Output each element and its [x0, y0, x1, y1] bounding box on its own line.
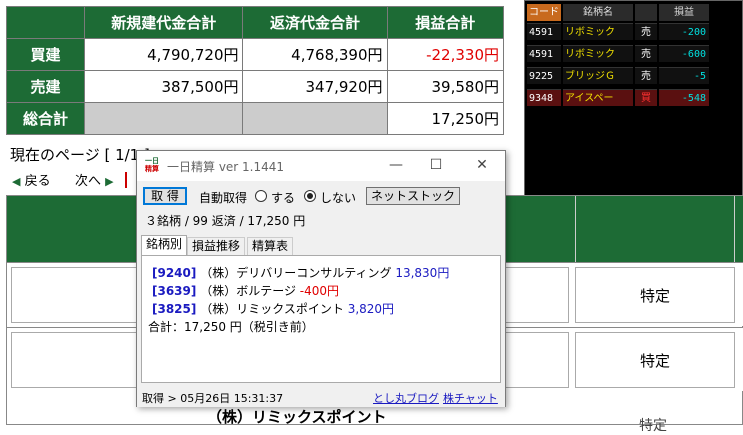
- tab-by-stock[interactable]: 銘柄別: [141, 235, 188, 256]
- minimize-button[interactable]: —: [381, 155, 411, 175]
- summary-header-repay: 返済代金合計: [242, 6, 388, 39]
- ticker-name: ブリッジＧ: [563, 67, 633, 84]
- summary-row-buy: 買建 4,790,720円 4,768,390円 -22,330円: [6, 38, 505, 71]
- bottom-account-type: 特定: [639, 418, 667, 434]
- stock-code-link[interactable]: [3825]: [152, 302, 196, 316]
- ticker-header-pl[interactable]: 損益: [659, 4, 709, 21]
- ticker-code: 9225: [527, 67, 561, 84]
- row-label: 売建: [6, 70, 85, 103]
- summary-header-pl: 損益合計: [386, 6, 505, 39]
- red-marker: [125, 172, 135, 188]
- ticker-side: 売: [635, 23, 657, 40]
- row-label: 総合計: [6, 102, 85, 135]
- tab-pl-trend[interactable]: 損益推移: [187, 237, 246, 255]
- stock-code-link[interactable]: [3639]: [152, 284, 196, 298]
- new-total: 4,790,720円: [83, 38, 244, 71]
- account-type-cell: 特定: [575, 332, 735, 388]
- stock-amount: 3,820円: [347, 302, 395, 316]
- header-cell: [575, 196, 735, 262]
- app-icon: 一日 精算: [143, 157, 161, 175]
- ticker-code: 9348: [527, 89, 561, 106]
- ticker-code: 4591: [527, 23, 561, 40]
- next-link[interactable]: 次へ ▶: [75, 170, 114, 189]
- row-label: 買建: [6, 38, 85, 71]
- ticker-header-name[interactable]: 銘柄名: [563, 4, 633, 21]
- repay-total: [242, 102, 388, 135]
- auto-fetch-yes-label[interactable]: する: [271, 189, 295, 206]
- fetch-button[interactable]: 取 得: [143, 187, 187, 205]
- stock-amount: 13,830円: [395, 266, 450, 280]
- summary-row-sell: 売建 387,500円 347,920円 39,580円: [6, 70, 505, 103]
- auto-fetch-no-radio[interactable]: [304, 190, 316, 202]
- ticker-pl: -600: [659, 45, 709, 62]
- list-item: [3639] （株）ボルテージ -400円: [152, 282, 339, 299]
- window-title: 一日精算 ver 1.1441: [167, 160, 285, 174]
- tab-settlement-table[interactable]: 精算表: [247, 237, 294, 255]
- stock-name: （株）リミックスポイント: [200, 302, 344, 316]
- stock-amount: -400円: [299, 284, 340, 298]
- stock-name: （株）ボルテージ: [200, 284, 296, 298]
- ticker-side: 買: [635, 89, 657, 106]
- netstock-button[interactable]: ネットストック: [366, 187, 460, 205]
- total-line: 合計：17,250 円（税引き前）: [148, 320, 314, 334]
- pl-total: 39,580円: [386, 70, 505, 103]
- summary-corner: [6, 6, 85, 39]
- ticker-name: リボミック: [563, 23, 633, 40]
- list-item: [9240] （株）デリバリーコンサルティング 13,830円: [152, 264, 449, 281]
- maximize-button[interactable]: ☐: [421, 155, 451, 175]
- ticker-pl: -5: [659, 67, 709, 84]
- ticker-pl: -548: [659, 89, 709, 106]
- summary-line: ３銘柄 / 99 返済 / 17,250 円: [145, 214, 306, 228]
- pl-total: 17,250円: [386, 102, 505, 135]
- blog-link[interactable]: とし丸ブログ: [373, 390, 439, 406]
- summary-row-total: 総合計 17,250円: [6, 102, 505, 135]
- fetch-status: 取得 > 05月26日 15:31:37: [142, 392, 284, 405]
- pl-total: -22,330円: [386, 38, 505, 71]
- window-titlebar[interactable]: 一日 精算 一日精算 ver 1.1441 — ☐ ✕: [137, 151, 505, 181]
- summary-table: 新規建代金合計 返済代金合計 損益合計 買建 4,790,720円 4,768,…: [6, 6, 505, 135]
- ticker-pl: -200: [659, 23, 709, 40]
- account-type-cell: 特定: [575, 267, 735, 323]
- by-stock-panel: [9240] （株）デリバリーコンサルティング 13,830円 [3639] （…: [141, 255, 501, 383]
- auto-fetch-label: 自動取得: [199, 191, 248, 205]
- app-icon-bottom: 精算: [145, 165, 159, 173]
- new-total: [83, 102, 244, 135]
- bottom-stock-name: （株）リミックスポイント: [207, 408, 387, 426]
- ticker-header-side[interactable]: [635, 4, 657, 21]
- page-info: 現在のページ [ 1/1 ]: [10, 146, 150, 164]
- status-bar: 取得 > 05月26日 15:31:37 とし丸ブログ 株チャット: [137, 387, 505, 407]
- back-label: 戻る: [24, 174, 51, 189]
- repay-total: 347,920円: [242, 70, 388, 103]
- ticker-side: 売: [635, 45, 657, 62]
- list-item: [3825] （株）リミックスポイント 3,820円: [152, 300, 394, 317]
- ticker-name: アイスペー: [563, 89, 633, 106]
- ichinichi-seisan-window: 一日 精算 一日精算 ver 1.1441 — ☐ ✕ 取 得 自動取得 する …: [136, 150, 506, 407]
- stock-name: （株）デリバリーコンサルティング: [200, 266, 392, 280]
- summary-header-new: 新規建代金合計: [83, 6, 244, 39]
- next-label: 次へ: [75, 174, 102, 189]
- stock-code-link[interactable]: [9240]: [152, 266, 196, 280]
- new-total: 387,500円: [83, 70, 244, 103]
- chat-link[interactable]: 株チャット: [443, 390, 498, 406]
- auto-fetch-no-label[interactable]: しない: [320, 189, 356, 206]
- app-icon-top: 一日: [145, 157, 159, 165]
- ticker-side: 売: [635, 67, 657, 84]
- triangle-left-icon: ◀: [12, 175, 21, 188]
- auto-fetch-yes-radio[interactable]: [255, 190, 267, 202]
- ticker-code: 4591: [527, 45, 561, 62]
- back-link[interactable]: ◀ 戻る: [12, 170, 51, 189]
- repay-total: 4,768,390円: [242, 38, 388, 71]
- ticker-name: リボミック: [563, 45, 633, 62]
- ticker-header-code[interactable]: コード: [527, 4, 561, 21]
- triangle-right-icon: ▶: [105, 175, 114, 188]
- close-button[interactable]: ✕: [467, 155, 497, 175]
